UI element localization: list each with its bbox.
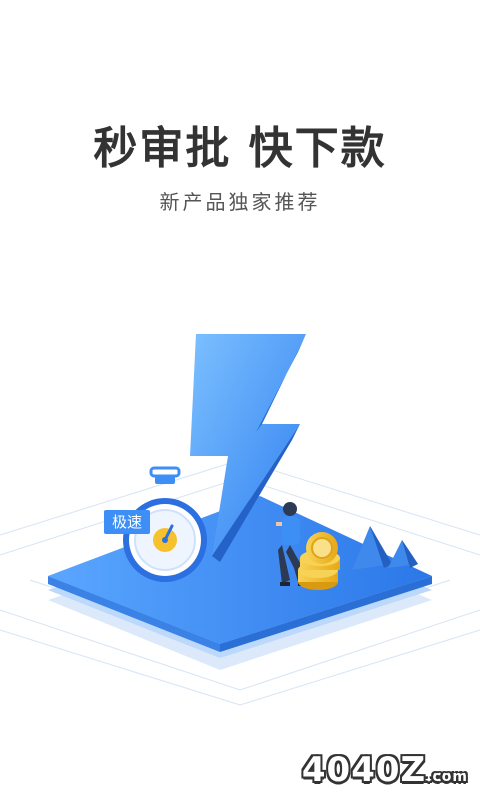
site-watermark: 4040Z.com (302, 750, 468, 790)
speed-badge: 极速 (104, 510, 150, 534)
speed-badge-label: 极速 (112, 513, 142, 531)
hero-illustration: 极速 (0, 334, 480, 706)
pyramid-decorations (352, 526, 418, 570)
watermark-brand: 4040Z (301, 750, 427, 790)
watermark-suffix: .com (426, 769, 468, 785)
headline-subtitle: 新产品独家推荐 (159, 190, 321, 214)
headline-title: 秒审批 快下款 (93, 123, 387, 174)
